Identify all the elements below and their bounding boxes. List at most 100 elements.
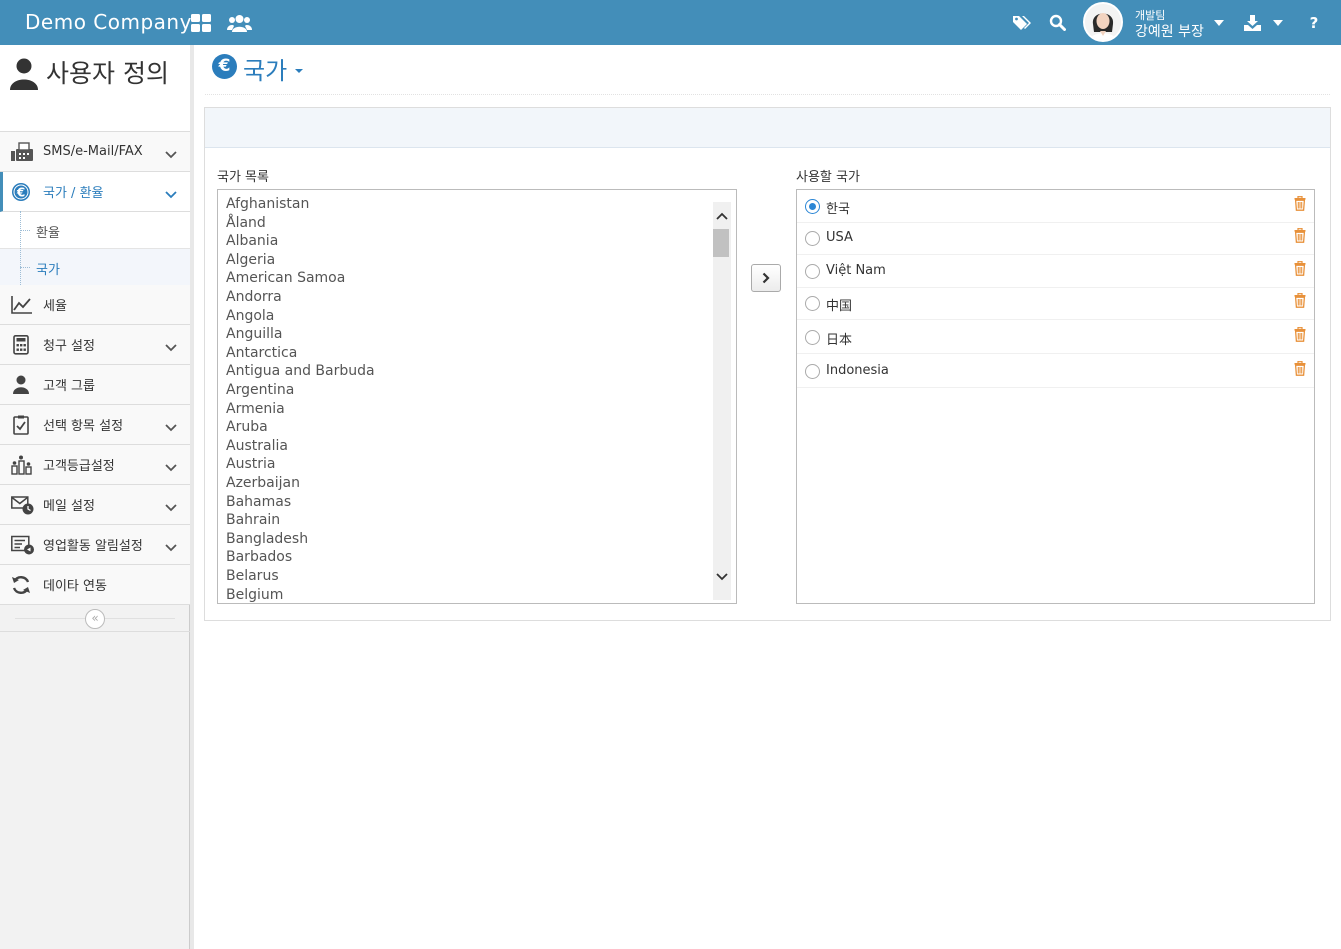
tree-connector [20,230,30,231]
country-option[interactable]: Australia [226,438,288,454]
tree-vertical-line [20,211,21,285]
default-country-radio[interactable] [805,364,820,379]
sidebar-item-label: 청구 설정 [43,339,95,354]
sidebar-subitem-exchange-rate[interactable]: 환율 [0,212,190,249]
scrollbar[interactable] [713,202,731,600]
default-country-radio[interactable] [805,231,820,246]
country-option[interactable]: American Samoa [226,270,345,286]
country-option[interactable]: Azerbaijan [226,475,300,491]
sidebar-subitem-country[interactable]: 국가 [0,249,190,286]
user-menu-caret-icon[interactable] [1214,20,1224,26]
scroll-down-icon[interactable] [715,567,729,586]
chevron-down-icon [165,457,177,476]
sidebar-item-data-sync[interactable]: 데이타 연동 [0,565,190,605]
user-name[interactable]: 강예원 부장 [1135,21,1204,41]
country-option[interactable]: Aruba [226,419,268,435]
country-option[interactable]: Bangladesh [226,531,308,547]
help-icon[interactable]: ? [1306,0,1322,45]
country-option[interactable]: Algeria [226,252,275,268]
sidebar-title-box: 사용자 정의 [0,45,190,132]
sidebar-item-sales-alert[interactable]: 영업활동 알림설정 [0,525,190,565]
page-title[interactable]: 국가 [243,51,287,86]
sidebar-item-billing[interactable]: 청구 설정 [0,325,190,365]
user-icon [11,375,33,395]
country-option[interactable]: Bahamas [226,494,291,510]
used-country-row: Việt Nam [797,255,1314,288]
country-listbox[interactable]: Afghanistan Åland Albania Algeria American S… [217,189,737,604]
trash-icon[interactable] [1294,360,1306,380]
top-navbar: Demo Company 개발팀 강예원 부장 ? [0,0,1341,45]
used-country-name: 日本 [826,333,853,348]
sidebar-collapse-bar: « [0,605,190,632]
used-country-name: 한국 [826,202,850,217]
trash-icon[interactable] [1294,292,1306,312]
used-country-row: 한국 [797,190,1314,223]
chevron-right-icon [761,269,771,288]
country-option[interactable]: Belarus [226,568,279,584]
chevron-down-icon [165,144,177,163]
trash-icon[interactable] [1294,195,1306,215]
refresh-icon [11,575,33,595]
tags-icon[interactable] [1012,0,1032,45]
used-country-row: Indonesia [797,355,1314,388]
sidebar-edge [190,45,194,949]
title-dropdown-caret-icon[interactable] [295,69,303,73]
tree-connector [20,267,30,268]
country-option[interactable]: Anguilla [226,326,282,342]
double-chevron-left-icon[interactable]: « [85,609,105,629]
country-option[interactable]: Åland [226,215,266,231]
sidebar-item-sms[interactable]: SMS/e-Mail/FAX [0,132,190,172]
user-avatar[interactable] [1083,2,1123,42]
sidebar-item-mail-settings[interactable]: 메일 설정 [0,485,190,525]
trash-icon[interactable] [1294,326,1306,346]
used-country-name: USA [826,230,853,245]
trash-icon[interactable] [1294,260,1306,280]
country-option[interactable]: Argentina [226,382,294,398]
sidebar: 사용자 정의 SMS/e-Mail/FAX € 국가 / 환율 환율 국가 세율… [0,45,190,949]
sidebar-item-label: SMS/e-Mail/FAX [43,144,143,159]
country-option[interactable]: Armenia [226,401,285,417]
sidebar-title: 사용자 정의 [46,59,169,88]
sidebar-item-label: 선택 항목 설정 [43,419,124,434]
default-country-radio[interactable] [805,296,820,311]
default-country-radio[interactable] [805,199,820,214]
fax-icon [11,142,33,162]
scroll-thumb[interactable] [713,229,729,257]
country-option[interactable]: Angola [226,308,274,324]
sidebar-item-country-exchange[interactable]: € 국가 / 환율 [0,172,190,212]
country-option[interactable]: Afghanistan [226,196,309,212]
used-country-label: 사용할 국가 [796,170,860,185]
grid-icon[interactable] [190,0,212,45]
country-option[interactable]: Antarctica [226,345,297,361]
country-option[interactable]: Albania [226,233,278,249]
euro-icon: € [212,54,237,79]
used-country-list: 한국 USA Việt Nam 中国 日本 Indonesia [796,189,1315,604]
trash-icon[interactable] [1294,227,1306,247]
download-caret-icon[interactable] [1273,20,1283,26]
country-option[interactable]: Andorra [226,289,282,305]
country-option[interactable]: Barbados [226,549,292,565]
sidebar-item-label: 고객등급설정 [43,459,115,474]
default-country-radio[interactable] [805,330,820,345]
users-icon[interactable] [226,0,252,45]
download-icon[interactable] [1243,0,1261,45]
country-option[interactable]: Bahrain [226,512,280,528]
sidebar-item-select-options[interactable]: 선택 항목 설정 [0,405,190,445]
sidebar-item-customer-group[interactable]: 고객 그룹 [0,365,190,405]
search-icon[interactable] [1047,0,1067,45]
scroll-up-icon[interactable] [715,206,729,225]
sidebar-item-label: 국가 / 환율 [43,186,104,201]
sidebar-item-tax-rate[interactable]: 세율 [0,285,190,325]
used-country-name: Indonesia [826,363,889,378]
default-country-radio[interactable] [805,264,820,279]
country-option[interactable]: Belgium [226,587,283,603]
chevron-down-icon [165,184,177,203]
chevron-down-icon [165,417,177,436]
widget-header [205,108,1330,148]
country-option[interactable]: Antigua and Barbuda [226,363,375,379]
country-option[interactable]: Austria [226,456,275,472]
brand-name[interactable]: Demo Company [25,10,192,34]
mail-clock-icon [11,495,34,515]
sidebar-item-customer-grade[interactable]: 고객등급설정 [0,445,190,485]
add-country-button[interactable] [751,264,781,292]
